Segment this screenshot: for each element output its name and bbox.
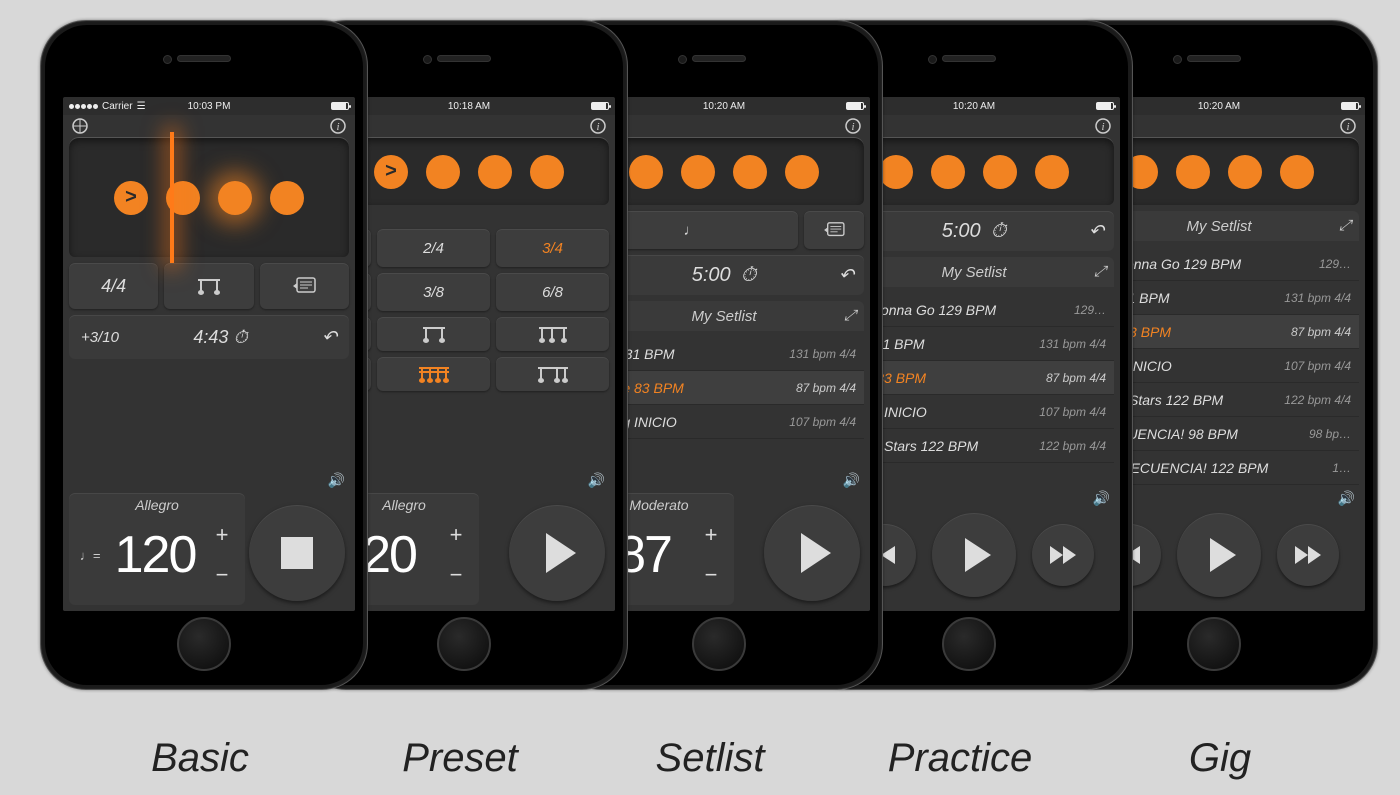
bpm-minus[interactable]: − <box>441 562 471 588</box>
undo-icon[interactable]: ↶ <box>839 265 854 286</box>
home-button[interactable] <box>177 617 231 671</box>
beat-2[interactable] <box>1176 155 1210 189</box>
fullscreen-icon[interactable] <box>71 117 89 135</box>
play-button[interactable] <box>1177 513 1261 597</box>
volume-icon[interactable]: 🔊 <box>843 472 860 489</box>
beat-2[interactable] <box>426 155 460 189</box>
beat-3[interactable] <box>983 155 1017 189</box>
volume-icon[interactable]: 🔊 <box>588 472 605 489</box>
stopwatch-icon: ⏱ <box>991 220 1007 243</box>
caption-practice: Practice <box>830 736 1090 781</box>
subdivision-button[interactable] <box>164 263 253 309</box>
beat-display[interactable] <box>329 137 609 205</box>
info-icon[interactable]: i <box>1094 117 1112 135</box>
stop-button[interactable] <box>249 505 345 601</box>
timer-value: 4:43 <box>193 327 228 347</box>
expand-icon[interactable]: ⤢ <box>1094 263 1106 280</box>
pendulum-indicator <box>170 132 174 263</box>
beat-2[interactable] <box>681 155 715 189</box>
info-icon[interactable]: i <box>1339 117 1357 135</box>
beat-1[interactable] <box>879 155 913 189</box>
bpm-plus[interactable]: + <box>441 522 471 548</box>
beat-3[interactable] <box>733 155 767 189</box>
bpm-panel[interactable]: Allegro ♩= 120 + − <box>69 493 245 605</box>
undo-icon[interactable]: ↶ <box>1089 221 1104 242</box>
timer-value: 5:00 <box>942 220 981 243</box>
timer-value: 5:00 <box>692 264 731 287</box>
play-button[interactable] <box>764 505 860 601</box>
expand-icon[interactable]: ⤢ <box>1339 217 1351 234</box>
tempo-step: +3/10 <box>81 329 119 346</box>
bpm-minus[interactable]: − <box>696 562 726 588</box>
bpm-plus[interactable]: + <box>207 522 237 548</box>
svg-text:i: i <box>336 121 339 133</box>
next-button[interactable] <box>1277 524 1339 586</box>
beat-2[interactable] <box>931 155 965 189</box>
volume-icon[interactable]: 🔊 <box>328 472 345 489</box>
svg-text:i: i <box>851 121 854 133</box>
caption-gig: Gig <box>1090 736 1350 781</box>
expand-icon[interactable]: ⤢ <box>844 307 856 324</box>
subdiv-triplet[interactable] <box>496 317 609 351</box>
setlist-title: My Setlist <box>1186 218 1251 235</box>
beat-4[interactable] <box>1280 155 1314 189</box>
timesig-2-4[interactable]: 2/4 <box>377 229 490 267</box>
info-icon[interactable]: i <box>329 117 347 135</box>
beat-1-accent[interactable] <box>374 155 408 189</box>
svg-text:i: i <box>596 121 599 133</box>
beat-4[interactable] <box>270 181 304 215</box>
home-button[interactable] <box>942 617 996 671</box>
caption-setlist: Setlist <box>580 736 840 781</box>
status-bar: Carrier ☰ 10:03 PM <box>63 97 355 115</box>
preset-list-icon[interactable] <box>260 263 349 309</box>
home-button[interactable] <box>1187 617 1241 671</box>
setlist-title: My Setlist <box>691 308 756 325</box>
beat-3-active[interactable] <box>218 181 252 215</box>
timer-row[interactable]: +3/10 4:43 ⏱ ↶ <box>69 315 349 359</box>
beat-1[interactable] <box>629 155 663 189</box>
play-button[interactable] <box>932 513 1016 597</box>
undo-icon[interactable]: ↶ <box>322 327 337 348</box>
preset-list-icon[interactable] <box>804 211 864 249</box>
timesig-3-4[interactable]: 3/4 <box>496 229 609 267</box>
note-equals: ♩= <box>77 548 103 563</box>
setlist-title: My Setlist <box>941 264 1006 281</box>
svg-text:i: i <box>1101 121 1104 133</box>
beat-4[interactable] <box>1035 155 1069 189</box>
timesig-6-8[interactable]: 6/8 <box>496 273 609 311</box>
phone-basic: Carrier ☰ 10:03 PM i 4/4 <box>40 20 368 690</box>
home-button[interactable] <box>692 617 746 671</box>
play-button[interactable] <box>509 505 605 601</box>
timesig-button[interactable]: 4/4 <box>69 263 158 309</box>
svg-text:i: i <box>1346 121 1349 133</box>
caption-preset: Preset <box>330 736 590 781</box>
timesig-3-8[interactable]: 3/8 <box>377 273 490 311</box>
caption-basic: Basic <box>70 736 330 781</box>
beat-1-accent[interactable] <box>114 181 148 215</box>
carrier-label: Carrier <box>102 101 133 112</box>
beat-4[interactable] <box>785 155 819 189</box>
info-icon[interactable]: i <box>844 117 862 135</box>
beat-display[interactable] <box>69 137 349 257</box>
home-button[interactable] <box>437 617 491 671</box>
beat-4[interactable] <box>530 155 564 189</box>
tempo-name: Allegro <box>77 497 237 513</box>
next-button[interactable] <box>1032 524 1094 586</box>
stopwatch-icon: ⏱ <box>233 327 247 347</box>
beat-3[interactable] <box>1228 155 1262 189</box>
beat-3[interactable] <box>478 155 512 189</box>
bpm-value[interactable]: 120 <box>103 525 207 585</box>
stopwatch-icon: ⏱ <box>741 264 757 287</box>
subdiv-sixteenth[interactable] <box>377 357 490 391</box>
subdiv-gallop[interactable] <box>496 357 609 391</box>
subdiv-eighth[interactable] <box>377 317 490 351</box>
info-icon[interactable]: i <box>589 117 607 135</box>
bpm-plus[interactable]: + <box>696 522 726 548</box>
bpm-minus[interactable]: − <box>207 562 237 588</box>
